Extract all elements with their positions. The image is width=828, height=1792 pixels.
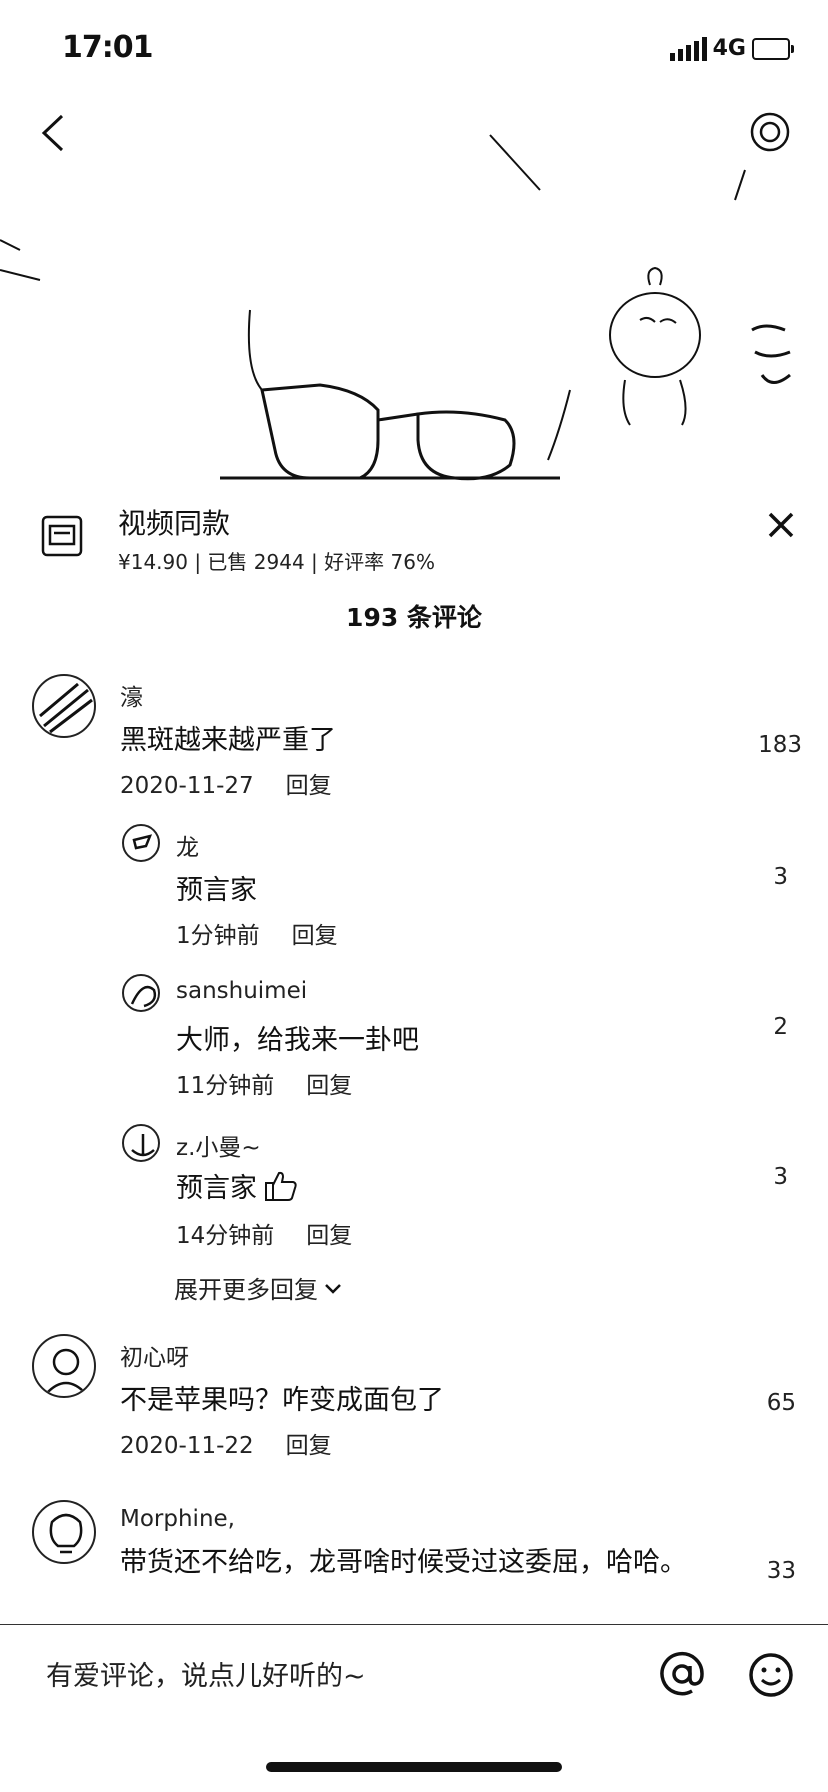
close-product-button[interactable] [762,506,800,544]
comment-text: 带货还不给吃，龙哥啥时候受过这委屈，哈哈。 [120,1547,687,1578]
comment-username[interactable]: 濠 [120,678,143,712]
like-count[interactable]: 3 [718,1164,788,1190]
like-count[interactable]: 183 [732,732,802,758]
signal-icon [669,36,707,61]
avatar[interactable] [32,1334,96,1398]
expand-replies-label: 展开更多回复 [174,1276,318,1304]
comment-input[interactable] [44,1655,608,1697]
product-meta: ¥14.90 | 已售 2944 | 好评率 76% [118,550,435,574]
comment-username[interactable]: Morphine, [120,1506,235,1532]
chevron-left-icon [41,114,64,152]
like-count[interactable]: 3 [718,864,788,890]
reply-button[interactable]: 回复 [286,773,332,799]
reply-button[interactable]: 回复 [286,1433,332,1459]
avatar[interactable] [32,674,96,738]
video-frame [0,134,791,481]
avatar[interactable] [32,1500,96,1564]
like-count[interactable]: 33 [726,1558,796,1584]
reply-username[interactable]: z.小曼~ [176,1128,261,1162]
avatar[interactable] [122,1124,160,1162]
reply-time: 14分钟前 [176,1223,275,1249]
comment-username[interactable]: 初心呀 [120,1338,189,1372]
reply-meta: 11分钟前 回复 [176,1066,352,1100]
comment-text: 不是苹果吗？咋变成面包了 [120,1385,444,1416]
reply-button[interactable]: 回复 [306,1223,352,1249]
reply-username[interactable]: 龙 [176,828,199,862]
reply-meta: 14分钟前 回复 [176,1216,352,1250]
comment-date: 2020-11-27 [120,773,254,799]
chevron-down-icon [325,1283,341,1294]
product-title: 视频同款 [118,507,231,540]
status-indicators: 4G [669,36,794,61]
reply-meta: 1分钟前 回复 [176,916,338,950]
comments-count: 193 条评论 [346,603,482,632]
reply-text: 预言家 [176,1173,257,1204]
reply-text: 预言家 [176,875,257,906]
reply-text-row: 预言家 [176,1166,299,1205]
close-icon [768,512,794,538]
network-type: 4G [712,36,746,61]
product-bar[interactable]: 视频同款 ¥14.90 | 已售 2944 | 好评率 76% [0,484,828,584]
mention-button[interactable] [658,1650,706,1698]
avatar[interactable] [122,824,160,862]
reply-time: 11分钟前 [176,1073,275,1099]
at-icon [660,1651,704,1696]
comment-text: 黑斑越来越严重了 [120,725,336,756]
comment-meta: 2020-11-22 回复 [120,1426,332,1460]
reply-username[interactable]: sanshuimei [176,978,307,1004]
status-time: 17:01 [62,30,153,65]
expand-replies-button[interactable]: 展开更多回复 [174,1270,344,1305]
settings-icon [750,112,790,152]
like-count[interactable]: 65 [726,1390,796,1416]
comment-meta: 2020-11-27 回复 [120,766,332,800]
reply-text: 大师，给我来一卦吧 [176,1025,419,1056]
reply-time: 1分钟前 [176,923,260,949]
avatar[interactable] [122,974,160,1012]
home-indicator[interactable] [266,1762,562,1772]
shopping-bag-icon [40,514,84,558]
emoji-button[interactable] [748,1652,794,1698]
divider [0,1624,828,1625]
reply-button[interactable]: 回复 [292,923,338,949]
comment-date: 2020-11-22 [120,1433,254,1459]
settings-button[interactable] [744,106,796,158]
thumbs-up-icon [265,1171,297,1201]
like-count[interactable]: 2 [718,1014,788,1040]
reply-button[interactable]: 回复 [306,1073,352,1099]
battery-icon [752,37,794,60]
video-player[interactable] [0,90,828,482]
smile-icon [749,1653,793,1697]
back-button[interactable] [30,108,80,158]
